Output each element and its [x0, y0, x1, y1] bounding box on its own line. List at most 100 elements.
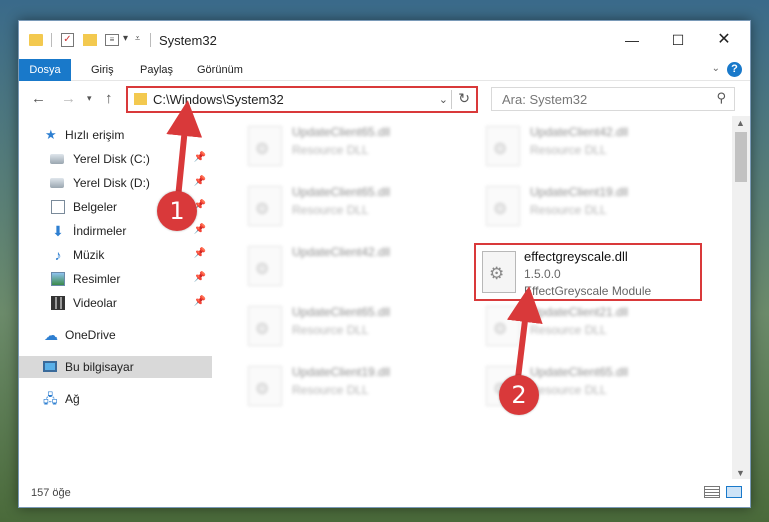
- file-item[interactable]: ⚙ UpdateClient21.dll Resource DLL: [450, 300, 670, 348]
- explorer-window: ✓ ≡ ▾ ⩡ System32 — ☐ ✕ Dosya Giriş Payla…: [18, 20, 751, 508]
- sidebar-item-label: Yerel Disk (D:): [73, 176, 150, 190]
- network-icon: 🖧: [43, 391, 58, 406]
- title-bar: ✓ ≡ ▾ ⩡ System32 — ☐ ✕: [19, 21, 750, 59]
- pin-icon[interactable]: 📌: [194, 152, 206, 163]
- step-2-badge: 2: [499, 375, 539, 415]
- sidebar-item-music[interactable]: ♪ Müzik 📌: [19, 244, 212, 266]
- navigation-pane: ★ Hızlı erişim Yerel Disk (C:) 📌 Yerel D…: [19, 116, 212, 478]
- file-description: EffectGreyscale Module: [524, 284, 652, 298]
- sidebar-item-videos[interactable]: Videolar 📌: [19, 292, 212, 314]
- dll-file-icon: ⚙: [486, 186, 520, 226]
- sidebar-item-network[interactable]: 🖧 Ağ: [19, 388, 212, 410]
- tab-file[interactable]: Dosya: [19, 59, 71, 81]
- address-bar[interactable]: C:\Windows\System32 ⌄ ↻: [126, 86, 478, 113]
- properties-check-icon[interactable]: ✓: [61, 33, 74, 47]
- file-name: UpdateClient65.dll: [292, 185, 391, 199]
- new-folder-icon[interactable]: [83, 34, 97, 46]
- list-icon[interactable]: ≡: [105, 34, 119, 46]
- scrollbar-thumb[interactable]: [735, 132, 747, 182]
- file-item[interactable]: ⚙ UpdateClient65.dll Resource DLL: [212, 120, 432, 168]
- pin-icon[interactable]: 📌: [194, 272, 206, 283]
- recent-locations-icon[interactable]: ▾: [87, 93, 92, 104]
- pin-icon[interactable]: 📌: [194, 176, 206, 187]
- expand-ribbon-icon[interactable]: ⌄: [712, 63, 720, 74]
- cloud-icon: ☁: [44, 327, 58, 343]
- star-icon: ★: [45, 127, 57, 142]
- file-description: Resource DLL: [292, 383, 369, 397]
- up-arrow-icon[interactable]: ↑: [105, 90, 113, 107]
- file-item[interactable]: ⚙ UpdateClient19.dll Resource DLL: [450, 180, 670, 228]
- dll-file-icon: ⚙: [248, 246, 282, 286]
- tab-home[interactable]: Giriş: [91, 59, 114, 81]
- item-count: 157 öğe: [31, 487, 71, 499]
- file-item[interactable]: ⚙ UpdateClient19.dll Resource DLL: [212, 360, 432, 408]
- address-divider: [451, 90, 452, 109]
- sidebar-item-label: Bu bilgisayar: [65, 360, 134, 374]
- maximize-button[interactable]: ☐: [656, 27, 700, 53]
- toolbar-divider: [51, 33, 52, 47]
- sidebar-item-onedrive[interactable]: ☁ OneDrive: [19, 324, 212, 346]
- quick-access-dropdown-icon[interactable]: ▾: [123, 33, 128, 51]
- scroll-up-icon[interactable]: ▲: [736, 118, 745, 128]
- sidebar-item-disk-d[interactable]: Yerel Disk (D:) 📌: [19, 172, 212, 194]
- sidebar-item-pictures[interactable]: Resimler 📌: [19, 268, 212, 290]
- highlighted-file-item[interactable]: ⚙ effectgreyscale.dll 1.5.0.0 EffectGrey…: [474, 243, 702, 301]
- pin-icon[interactable]: 📌: [194, 224, 206, 235]
- dll-file-icon: ⚙: [248, 126, 282, 166]
- file-name: UpdateClient19.dll: [292, 365, 391, 379]
- pictures-icon: [51, 272, 65, 286]
- address-path[interactable]: C:\Windows\System32: [153, 92, 284, 107]
- downloads-icon: ⬇: [52, 223, 64, 239]
- file-name: UpdateClient42.dll: [292, 245, 391, 259]
- file-name: UpdateClient19.dll: [530, 185, 629, 199]
- pin-icon[interactable]: 📌: [194, 248, 206, 259]
- vertical-scrollbar[interactable]: ▲ ▼: [732, 116, 750, 480]
- disk-icon: [50, 154, 64, 164]
- sidebar-item-quick-access[interactable]: ★ Hızlı erişim: [19, 124, 212, 146]
- file-item[interactable]: ⚙ UpdateClient65.dll Resource DLL: [212, 180, 432, 228]
- dll-file-icon: ⚙: [482, 251, 516, 293]
- file-description: Resource DLL: [530, 323, 607, 337]
- dll-file-icon: ⚙: [248, 366, 282, 406]
- file-name: UpdateClient21.dll: [530, 305, 629, 319]
- search-icon[interactable]: ⚲: [716, 90, 726, 106]
- pin-icon[interactable]: 📌: [194, 296, 206, 307]
- tab-share[interactable]: Paylaş: [140, 59, 173, 81]
- minimize-button[interactable]: —: [610, 27, 654, 53]
- sidebar-item-label: OneDrive: [65, 328, 116, 342]
- forward-arrow-icon[interactable]: →: [61, 90, 76, 107]
- step-1-badge: 1: [157, 191, 197, 231]
- documents-icon: [51, 200, 65, 214]
- file-item[interactable]: ⚙ UpdateClient42.dll Resource DLL: [450, 120, 670, 168]
- file-item[interactable]: ⚙ UpdateClient65.dll Resource DLL: [450, 360, 670, 408]
- scroll-down-icon[interactable]: ▼: [736, 468, 745, 478]
- music-icon: ♪: [54, 247, 62, 263]
- help-icon[interactable]: ?: [727, 62, 742, 77]
- address-dropdown-icon[interactable]: ⌄: [439, 93, 448, 106]
- refresh-icon[interactable]: ↻: [458, 90, 470, 107]
- large-icons-view-icon[interactable]: [726, 486, 742, 498]
- sidebar-item-label: İndirmeler: [73, 224, 127, 238]
- file-item[interactable]: ⚙ UpdateClient65.dll Resource DLL: [212, 300, 432, 348]
- folder-icon: [134, 93, 147, 105]
- sidebar-item-label: Resimler: [73, 272, 121, 286]
- file-description: Resource DLL: [530, 203, 607, 217]
- navigation-bar: ← → ▾ ↑ C:\Windows\System32 ⌄ ↻ Ara: Sys…: [19, 82, 750, 116]
- window-title: System32: [159, 33, 217, 48]
- status-bar: 157 öğe: [19, 479, 750, 507]
- file-item[interactable]: ⚙ UpdateClient42.dll: [212, 240, 432, 288]
- customize-toolbar-icon[interactable]: ⩡: [135, 33, 140, 51]
- sidebar-item-label: Müzik: [73, 248, 105, 262]
- details-view-icon[interactable]: [704, 486, 720, 498]
- file-list: ⚙ UpdateClient65.dll Resource DLL ⚙ Upda…: [212, 116, 732, 478]
- sidebar-item-this-pc[interactable]: Bu bilgisayar: [19, 356, 212, 378]
- sidebar-item-disk-c[interactable]: Yerel Disk (C:) 📌: [19, 148, 212, 170]
- tab-view[interactable]: Görünüm: [197, 59, 243, 81]
- file-description: Resource DLL: [292, 323, 369, 337]
- file-description: Resource DLL: [292, 203, 369, 217]
- search-input[interactable]: Ara: System32 ⚲: [491, 87, 735, 111]
- close-button[interactable]: ✕: [702, 27, 746, 53]
- dll-file-icon: ⚙: [486, 126, 520, 166]
- folder-icon[interactable]: [29, 34, 43, 46]
- back-arrow-icon[interactable]: ←: [31, 90, 46, 107]
